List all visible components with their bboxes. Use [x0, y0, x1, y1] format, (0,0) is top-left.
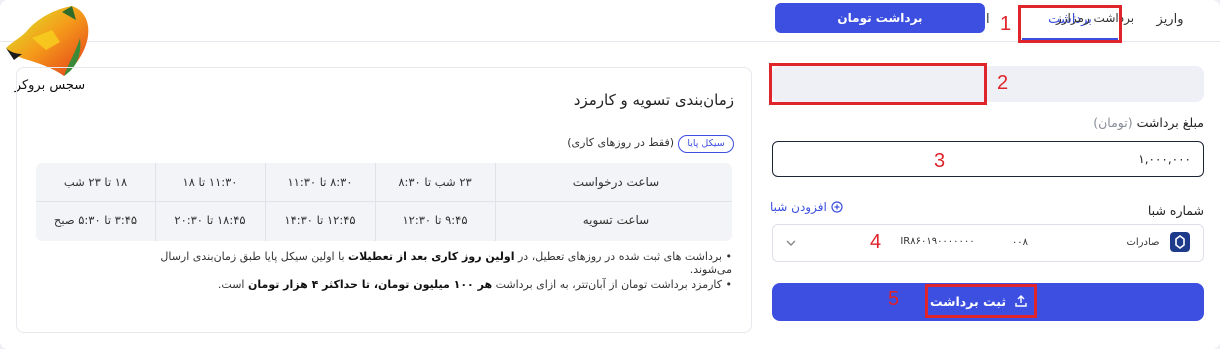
paya-cycle-note: (فقط در روزهای کاری): [567, 136, 674, 149]
amount-label-row: مبلغ برداشت (تومان): [1000, 115, 1204, 130]
note-text: است.: [217, 278, 248, 291]
amount-input[interactable]: ۱,۰۰۰,۰۰۰: [772, 141, 1204, 177]
sheba-number: IR۸۶۰۱۹۰۰۰۰۰۰۰: [900, 236, 975, 247]
schedule-title: زمان‌بندی تسویه و کارمزد: [573, 91, 734, 109]
sheba-prefix: ۰۰۸: [1011, 237, 1029, 248]
table-col-divider: [495, 163, 496, 241]
annotation-number-2: 2: [997, 72, 1009, 94]
plus-circle-icon: [831, 201, 843, 213]
annotation-box-2: [769, 63, 987, 105]
sheba-label: شماره شبا: [1147, 203, 1204, 218]
table-cell: ۳:۴۵ تا ۵:۳۰ صبح: [53, 213, 138, 227]
note-text: کارمزد برداشت تومان از آبان‌تتر، به ازای…: [492, 278, 722, 291]
paya-cycle-chip: سیکل پایا: [678, 135, 734, 153]
amount-unit: (تومان): [1093, 115, 1133, 130]
add-sheba-link[interactable]: افزودن شبا: [770, 200, 843, 214]
chevron-down-icon[interactable]: [784, 236, 798, 250]
segment-toman-withdraw[interactable]: برداشت تومان: [775, 3, 985, 33]
row-request-label: ساعت درخواست: [572, 175, 660, 189]
annotation-number-4: 4: [870, 231, 882, 253]
table-cell: ۱۸:۴۵ تا ۲۰:۳۰: [174, 213, 246, 227]
note-bold: هر ۱۰۰ میلیون تومان، تا حداکثر ۴ هزار تو…: [248, 278, 493, 291]
bank-icon: [1170, 232, 1190, 252]
annotation-number-3: 3: [934, 150, 946, 172]
annotation-box-5: [925, 284, 1037, 318]
annotation-box-1: [1018, 5, 1122, 43]
bank-name: صادرات: [1126, 237, 1160, 248]
add-sheba-label: افزودن شبا: [770, 200, 827, 214]
table-cell: ۸:۳۰ تا ۱۱:۳۰: [287, 175, 353, 189]
note-holidays: • برداشت های ثبت شده در روزهای تعطیل، در…: [160, 250, 732, 276]
note-text: برداشت های ثبت شده در روزهای تعطیل، در: [514, 250, 722, 263]
row-settle-label: ساعت تسویه: [582, 213, 650, 227]
amount-label: مبلغ برداشت: [1136, 115, 1204, 130]
table-cell: ۱۱:۳۰ تا ۱۸: [182, 175, 238, 189]
annotation-number-5: 5: [888, 288, 900, 310]
table-row-divider: [36, 201, 732, 202]
annotation-number-1: 1: [1000, 13, 1012, 35]
table-cell: ۱۲:۴۵ تا ۱۴:۳۰: [284, 213, 356, 227]
table-cell: ۱۸ تا ۲۳ شب: [63, 175, 128, 189]
table-cell: ۹:۴۵ تا ۱۲:۳۰: [402, 213, 468, 227]
table-cell: ۲۳ شب تا ۸:۳۰: [398, 175, 472, 189]
note-bold: اولین روز کاری بعد از تعطیلات: [348, 250, 515, 263]
note-fee: • کارمزد برداشت تومان از آبان‌تتر، به از…: [217, 278, 732, 291]
